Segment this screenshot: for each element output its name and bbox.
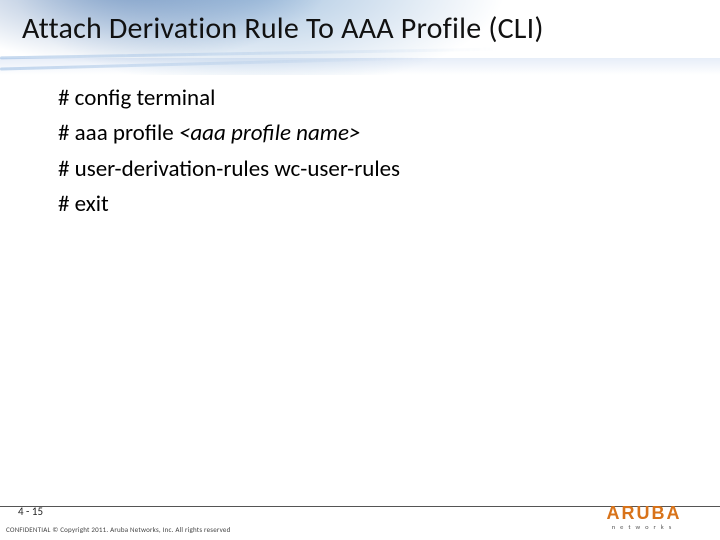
page-number: 4 - 15 bbox=[18, 505, 43, 518]
logo-brand: ARUBA bbox=[594, 504, 694, 522]
slide-title: Attach Derivation Rule To AAA Profile (C… bbox=[22, 10, 702, 47]
logo-subtext: networks bbox=[594, 524, 694, 531]
cli-line: # exit bbox=[58, 188, 678, 221]
cli-italic: <aaa profile name> bbox=[179, 119, 361, 147]
cli-line: # user-derivation-rules wc-user-rules bbox=[58, 153, 678, 186]
cli-text: # user-derivation-rules wc-user-rules bbox=[58, 155, 400, 183]
cli-text: # exit bbox=[58, 190, 109, 218]
copyright-text: CONFIDENTIAL © Copyright 2011. Aruba Net… bbox=[6, 525, 230, 534]
cli-text: # config terminal bbox=[58, 84, 215, 112]
slide: Attach Derivation Rule To AAA Profile (C… bbox=[0, 0, 720, 540]
cli-text: # aaa profile bbox=[58, 119, 179, 147]
aruba-logo: ARUBA networks bbox=[594, 504, 694, 531]
cli-line: # aaa profile <aaa profile name> bbox=[58, 117, 678, 150]
cli-block: # config terminal # aaa profile <aaa pro… bbox=[58, 82, 678, 223]
cli-line: # config terminal bbox=[58, 82, 678, 115]
